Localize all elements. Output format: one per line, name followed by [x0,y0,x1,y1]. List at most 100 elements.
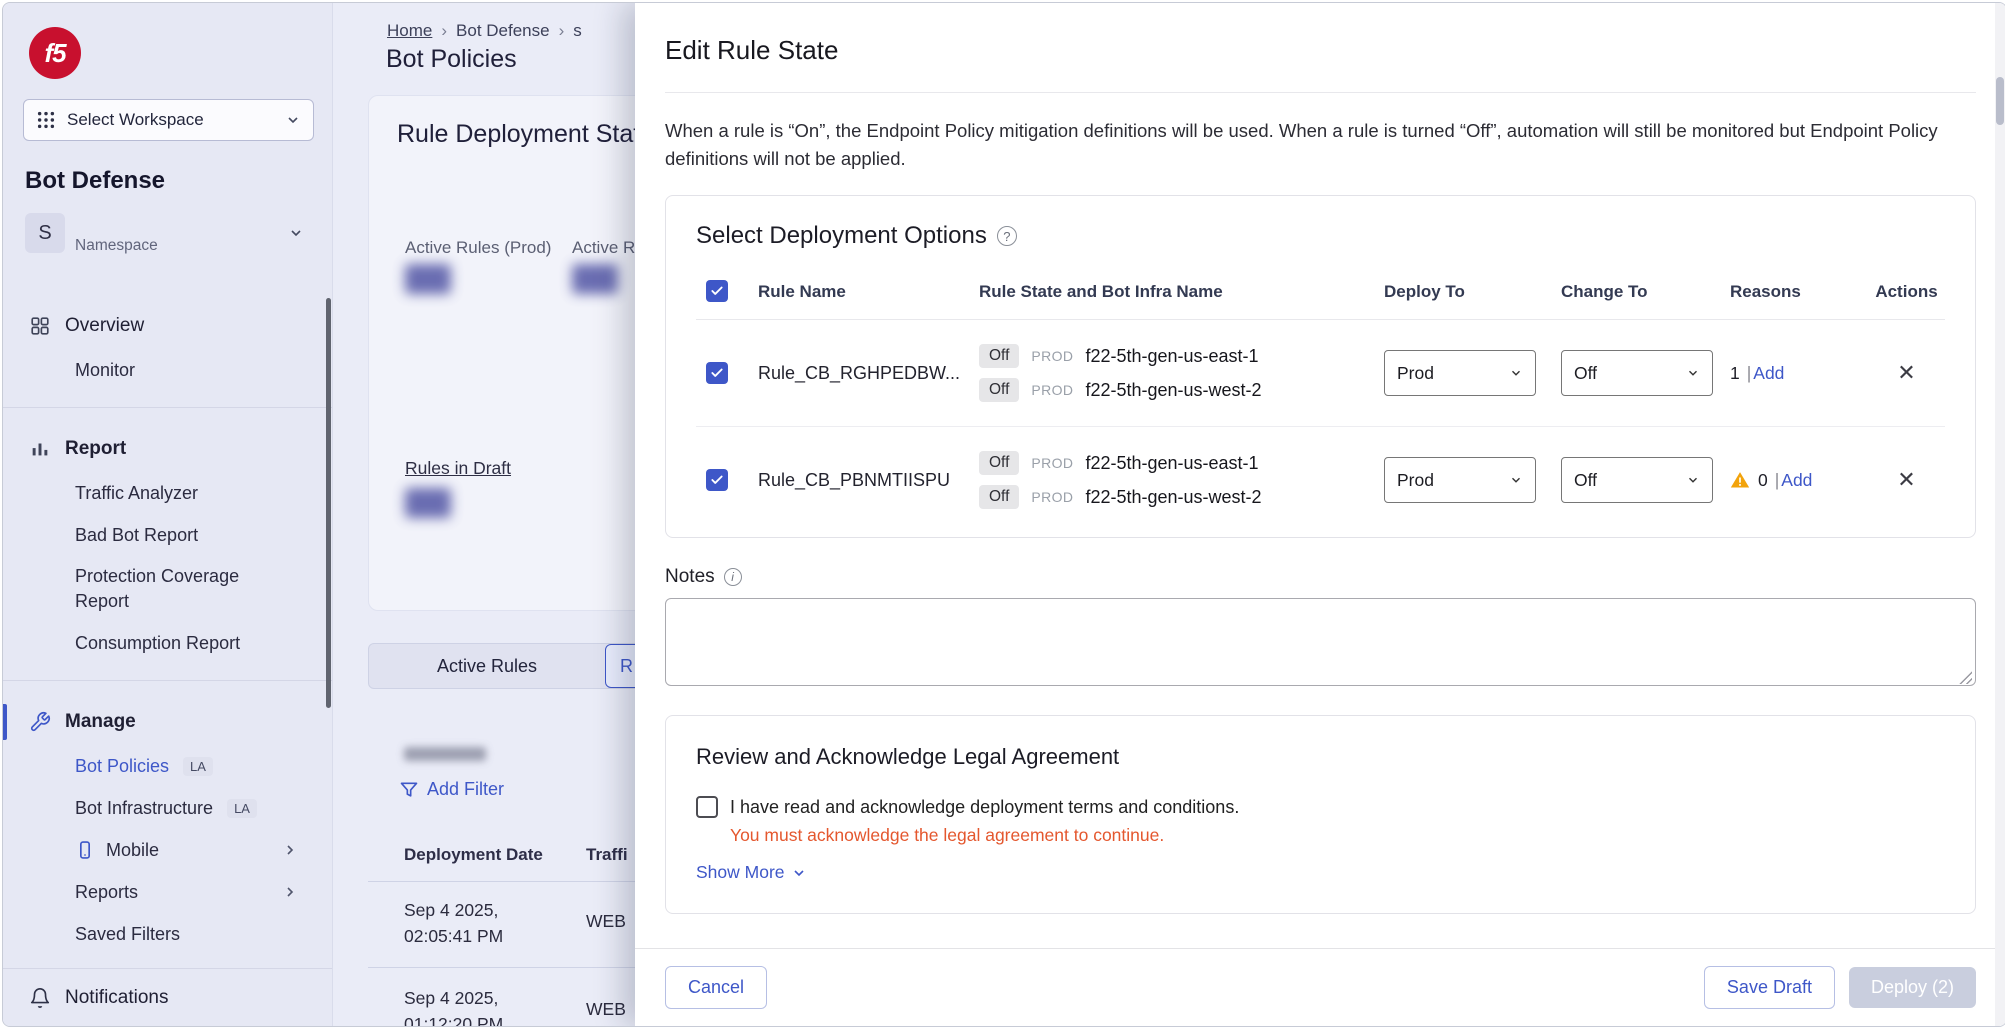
sidebar-item-manage[interactable]: Manage [3,699,332,745]
sidebar-item-label: Overview [65,315,144,337]
edit-rule-state-panel: Edit Rule State When a rule is “On”, the… [635,3,2005,1026]
notes-textarea[interactable] [665,598,1976,686]
breadcrumb-separator: › [559,21,565,41]
sidebar-item-label: Mobile [106,840,159,861]
sidebar-item-label: Bot Infrastructure [75,798,213,819]
f5-logo-text: f5 [44,38,65,69]
help-icon[interactable]: ? [997,226,1017,246]
breadcrumb-home[interactable]: Home [387,21,432,41]
infra-name: f22-5th-gen-us-west-2 [1085,487,1261,508]
infra-name: f22-5th-gen-us-east-1 [1085,453,1258,474]
deploy-to-value: Prod [1397,470,1434,491]
breadcrumb: Home › Bot Defense › s [387,21,582,41]
grid-icon [36,110,56,130]
overview-icon [29,315,51,337]
info-icon[interactable]: i [724,568,742,586]
sidebar-item-report[interactable]: Report [3,426,332,472]
sidebar-item-label: Monitor [75,360,135,381]
col-deploy-to: Deploy To [1384,282,1561,302]
namespace-label: Namespace [75,237,158,257]
sidebar-scrollbar[interactable] [326,298,331,708]
chevron-down-icon [791,865,807,881]
env-label: PROD [1031,382,1073,398]
save-draft-button[interactable]: Save Draft [1704,966,1835,1009]
chevron-down-icon [1509,366,1523,380]
deploy-button[interactable]: Deploy (2) [1849,967,1976,1008]
change-to-select[interactable]: Off [1561,350,1713,396]
deploy-to-select[interactable]: Prod [1384,350,1536,396]
sidebar-item-consumption-report[interactable]: Consumption Report [3,622,332,664]
chevron-down-icon [1686,473,1700,487]
add-reason-link[interactable]: Add [1781,470,1812,491]
active-rules-label: Active Ru [572,238,645,258]
tab-active-rules[interactable]: Active Rules [369,644,605,688]
legal-title: Review and Acknowledge Legal Agreement [696,744,1945,770]
col-actions: Actions [1875,282,1937,302]
sidebar-item-label: Protection Coverage Report [75,564,265,614]
sidebar-item-notifications[interactable]: Notifications [3,968,332,1026]
env-label: PROD [1031,455,1073,471]
infra-name: f22-5th-gen-us-east-1 [1085,346,1258,367]
sidebar-item-traffic-analyzer[interactable]: Traffic Analyzer [3,472,332,514]
sidebar-item-bot-policies[interactable]: Bot Policies LA [3,745,332,787]
sidebar-item-label: Reports [75,882,138,903]
table-row-date: Sep 4 2025, 01:12:20 PM [404,985,503,1027]
rules-in-draft-link[interactable]: Rules in Draft [405,458,511,479]
rule-name: Rule_CB_RGHPEDBW... [758,363,979,384]
sidebar-item-label: Report [65,438,126,460]
sidebar-item-overview[interactable]: Overview [3,303,332,349]
add-reason-link[interactable]: Add [1753,363,1784,384]
breadcrumb-bot-defense[interactable]: Bot Defense [456,21,550,41]
remove-row-button[interactable]: ✕ [1897,467,1915,493]
sidebar-item-bad-bot-report[interactable]: Bad Bot Report [3,514,332,556]
divider [3,680,332,681]
col-reasons: Reasons [1730,282,1868,302]
chevron-right-icon [282,842,298,858]
sidebar-item-saved-filters[interactable]: Saved Filters [3,913,332,955]
show-more-link[interactable]: Show More [696,862,1945,883]
namespace-avatar: S [25,213,65,253]
sidebar-item-protection-coverage-report[interactable]: Protection Coverage Report [3,556,332,622]
sidebar-item-mobile[interactable]: Mobile [3,829,332,871]
col-change-to: Change To [1561,282,1730,302]
row-checkbox[interactable] [706,469,728,491]
panel-scrollbar-thumb[interactable] [1996,77,2004,125]
select-all-checkbox[interactable] [706,280,728,302]
bell-icon [29,987,51,1009]
items-count-redacted [404,747,486,761]
date-line: 02:05:41 PM [404,923,503,949]
sidebar-item-bot-infrastructure[interactable]: Bot Infrastructure LA [3,787,332,829]
add-filter-button[interactable]: Add Filter [399,779,504,800]
reasons-cell: 0 | Add [1730,470,1868,491]
cancel-button[interactable]: Cancel [665,966,767,1009]
change-to-value: Off [1574,470,1597,491]
state-pill: Off [979,451,1019,475]
la-badge: LA [183,757,213,776]
row-checkbox[interactable] [706,362,728,384]
sidebar-item-label: Bot Policies [75,756,169,777]
chevron-down-icon [1686,366,1700,380]
panel-footer: Cancel Save Draft Deploy (2) [635,948,2005,1026]
remove-row-button[interactable]: ✕ [1897,360,1915,386]
workspace-selector[interactable]: Select Workspace [23,99,314,141]
panel-scrollbar[interactable] [1995,3,2005,1026]
sidebar-item-reports[interactable]: Reports [3,871,332,913]
state-pill: Off [979,378,1019,402]
env-label: PROD [1031,489,1073,505]
column-header-traffic: Traffi [586,845,628,865]
deploy-to-select[interactable]: Prod [1384,457,1536,503]
namespace-selector[interactable]: S Namespace [25,213,312,257]
legal-checkbox[interactable] [696,796,718,818]
change-to-select[interactable]: Off [1561,457,1713,503]
deploy-to-value: Prod [1397,363,1434,384]
chevron-down-icon [1509,473,1523,487]
redacted-value [405,264,451,294]
sidebar-item-monitor[interactable]: Monitor [3,349,332,391]
show-more-label: Show More [696,862,785,883]
state-pill: Off [979,344,1019,368]
column-header-deployment-date: Deployment Date [404,845,543,865]
active-rules-prod-label: Active Rules (Prod) [405,238,551,258]
legal-checkbox-label[interactable]: I have read and acknowledge deployment t… [730,797,1239,818]
divider [3,407,332,408]
breadcrumb-separator: › [441,21,447,41]
